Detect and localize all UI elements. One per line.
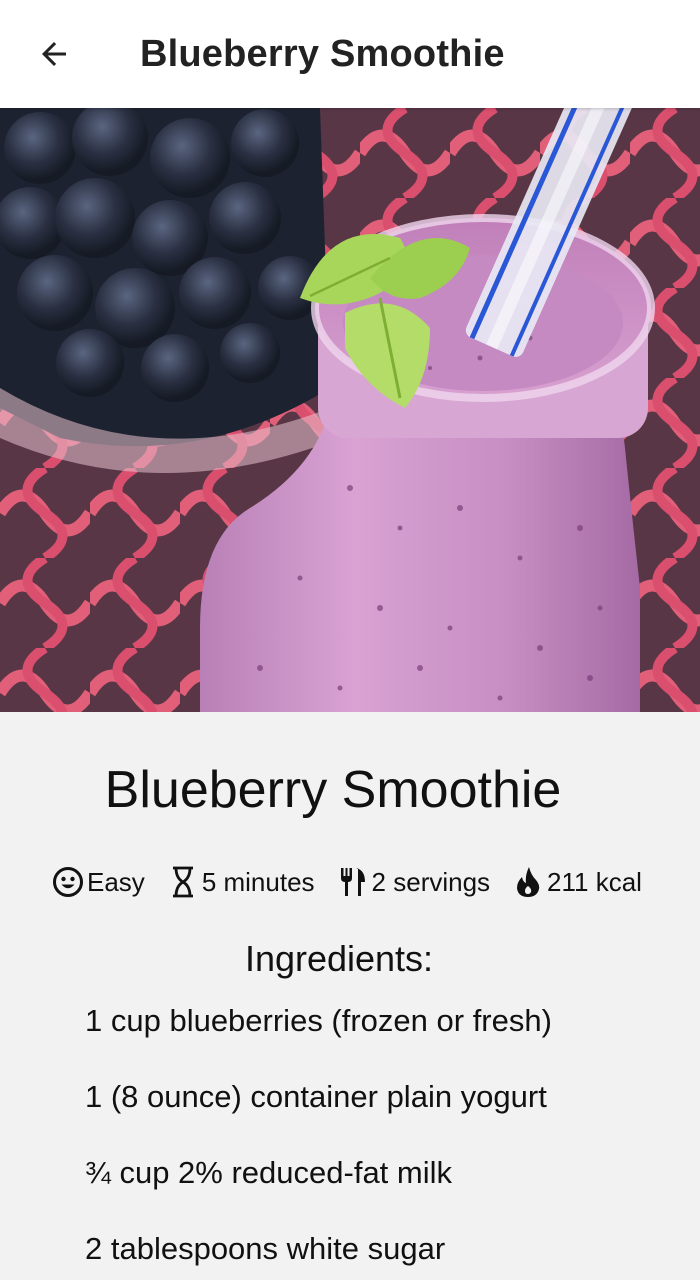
smiley-icon [52,866,84,898]
flame-icon [512,866,544,898]
ingredient-item: 1 cup blueberries (frozen or fresh) [85,1003,552,1038]
ingredients-list: 1 cup blueberries (frozen or fresh) 1 (8… [85,1002,552,1280]
difficulty-text: Easy [87,866,145,897]
difficulty-meta: Easy [52,866,145,898]
servings-meta: 2 servings [337,866,491,898]
arrow-left-icon [42,42,66,66]
calories-text: 211 kcal [547,866,642,897]
servings-text: 2 servings [371,866,491,897]
hourglass-icon [167,866,199,898]
back-button[interactable] [26,28,82,80]
ingredient-item: 1 (8 ounce) container plain yogurt [85,1079,547,1114]
fork-knife-icon [337,866,369,898]
ingredient-item: ¾ cup 2% reduced-fat milk [85,1155,453,1190]
app-bar-title: Blueberry Smoothie [140,33,505,75]
recipe-title: Blueberry Smoothie [104,761,562,819]
recipe-details: Blueberry Smoothie Easy 5 minutes 2 serv… [0,712,700,1280]
calories-meta: 211 kcal [512,866,642,898]
recipe-meta-row: Easy 5 minutes 2 servings 211 kcal [52,862,642,902]
ingredient-item: 2 tablespoons white sugar [85,1231,446,1266]
time-text: 5 minutes [201,866,315,897]
time-meta: 5 minutes [167,866,315,898]
app-bar: Blueberry Smoothie [0,0,700,108]
ingredients-heading: Ingredients: [244,938,434,979]
recipe-hero-image [0,108,700,712]
